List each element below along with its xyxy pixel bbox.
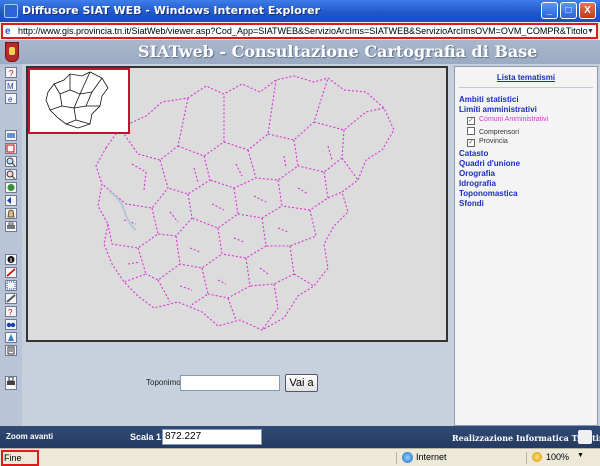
layer-list-title[interactable]: Lista tematismi <box>455 73 597 82</box>
toponym-input[interactable] <box>180 375 280 391</box>
svg-text:?: ? <box>8 308 13 316</box>
map-toolbar: ? M e ? <box>0 64 22 426</box>
zoom-level[interactable]: 100% <box>546 452 569 462</box>
find-icon[interactable]: ? <box>5 306 17 317</box>
address-bar: e http://www.gis.provincia.tn.it/SiatWeb… <box>0 22 600 40</box>
zoom-icon[interactable] <box>532 452 542 462</box>
full-extent-icon[interactable] <box>5 182 17 193</box>
municipality-boundaries <box>95 75 395 331</box>
divider <box>459 87 593 88</box>
layers-icon[interactable] <box>5 130 17 141</box>
layer-comuni-amministrativi[interactable]: ✓ Comuni Amministrativi <box>467 116 548 125</box>
category-ambiti-statistici[interactable]: Ambiti statistici <box>459 95 519 104</box>
lake-feature <box>109 191 137 231</box>
province-logo <box>5 42 19 62</box>
category-orografia[interactable]: Orografia <box>459 169 495 178</box>
browser-status-bar: Fine Internet 100% ▼ <box>0 448 600 466</box>
layer-provincia[interactable]: ✓ Provincia <box>467 138 508 147</box>
divider <box>396 452 397 464</box>
globe-icon <box>402 452 413 463</box>
category-catasto[interactable]: Catasto <box>459 149 488 158</box>
status-text: Fine <box>1 450 39 466</box>
zoom-in-icon[interactable] <box>5 156 17 167</box>
map-status-bar: Zoom avanti Scala 1: 872.227 Realizzazio… <box>0 426 600 448</box>
scale-label: Scala 1: <box>130 432 165 442</box>
security-zone[interactable]: Internet <box>416 452 447 462</box>
window-title-bar: Diffusore SIAT WEB - Windows Internet Ex… <box>0 0 600 22</box>
category-idrografia[interactable]: Idrografia <box>459 179 496 188</box>
print-icon[interactable] <box>5 221 17 232</box>
layer-comprensori[interactable]: Comprensori <box>467 127 519 136</box>
back-icon[interactable] <box>5 195 17 206</box>
layer-checkbox[interactable] <box>467 127 475 135</box>
select-icon[interactable] <box>5 280 17 291</box>
url-text[interactable]: http://www.gis.provincia.tn.it/SiatWeb/v… <box>18 26 588 37</box>
pan-icon[interactable] <box>5 208 17 219</box>
close-button[interactable]: X <box>579 2 596 19</box>
info-page-icon[interactable]: e <box>5 93 17 104</box>
page-icon: e <box>5 26 11 37</box>
measure-icon[interactable] <box>5 267 17 278</box>
zoom-window-icon[interactable] <box>5 143 17 154</box>
active-tool-label: Zoom avanti <box>6 432 54 441</box>
svg-text:?: ? <box>9 69 14 77</box>
svg-text:e: e <box>8 95 13 103</box>
help-icon[interactable]: ? <box>5 67 17 78</box>
divider <box>526 452 527 464</box>
page-content: SIATweb - Consultazione Cartografia di B… <box>0 40 600 448</box>
map-viewport[interactable] <box>26 66 448 342</box>
print-map-icon[interactable] <box>5 376 17 390</box>
category-sfondi[interactable]: Sfondi <box>459 199 484 208</box>
query-icon[interactable] <box>5 345 17 356</box>
scale-input[interactable]: 872.227 <box>162 429 262 445</box>
zoom-out-icon[interactable] <box>5 169 17 180</box>
layer-checkbox[interactable]: ✓ <box>467 139 475 147</box>
chevron-down-icon[interactable]: ▼ <box>587 26 595 37</box>
window-title: Diffusore SIAT WEB - Windows Internet Ex… <box>22 4 320 17</box>
company-logo-icon <box>578 430 592 444</box>
chevron-down-icon[interactable]: ▼ <box>577 452 584 459</box>
overview-boundaries <box>45 71 109 129</box>
page-title: SIATweb - Consultazione Cartografia di B… <box>138 42 538 61</box>
toponym-search: Toponimo: Vai a <box>146 374 326 392</box>
svg-text:M: M <box>7 82 14 90</box>
toponym-label: Toponimo: <box>146 378 183 387</box>
category-toponomastica[interactable]: Toponomastica <box>459 189 518 198</box>
overview-map[interactable] <box>28 68 130 134</box>
clear-icon[interactable] <box>5 293 17 304</box>
binoculars-icon[interactable] <box>5 319 17 330</box>
category-quadri-unione[interactable]: Quadri d'unione <box>459 159 520 168</box>
layer-checkbox[interactable]: ✓ <box>467 117 475 125</box>
address-field[interactable]: e http://www.gis.provincia.tn.it/SiatWeb… <box>1 23 598 39</box>
locate-icon[interactable] <box>5 332 17 343</box>
page-header: SIATweb - Consultazione Cartografia di B… <box>0 40 600 64</box>
category-limiti-amministrativi[interactable]: Limiti amministrativi <box>459 105 537 114</box>
layer-panel: Lista tematismi Ambiti statistici Limiti… <box>454 66 598 426</box>
identify-icon[interactable] <box>5 254 17 265</box>
minimize-button[interactable]: _ <box>541 2 558 19</box>
mail-icon[interactable]: M <box>5 80 17 91</box>
ie-icon <box>4 4 18 18</box>
goto-button[interactable]: Vai a <box>285 374 318 392</box>
maximize-button[interactable]: □ <box>560 2 577 19</box>
